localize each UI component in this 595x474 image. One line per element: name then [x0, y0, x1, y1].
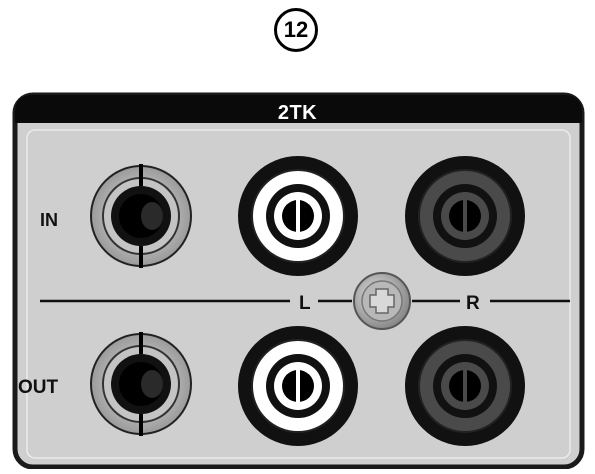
- panel-drawing: [12, 92, 585, 470]
- in-trs-jack[interactable]: [90, 164, 192, 268]
- left-channel-label: L: [299, 293, 311, 314]
- panel-title: 2TK: [277, 102, 318, 124]
- right-channel-label: R: [466, 293, 480, 314]
- out-label: OUT: [18, 377, 59, 398]
- out-left-rca-jack[interactable]: [238, 326, 358, 446]
- in-label: IN: [40, 210, 58, 230]
- 2tk-panel: 2TK IN OUT L R: [0, 0, 595, 470]
- out-trs-jack[interactable]: [90, 332, 192, 436]
- ground-screw-icon: [353, 272, 411, 330]
- in-left-rca-jack[interactable]: [238, 156, 358, 276]
- in-right-rca-jack[interactable]: [405, 156, 525, 276]
- out-right-rca-jack[interactable]: [405, 326, 525, 446]
